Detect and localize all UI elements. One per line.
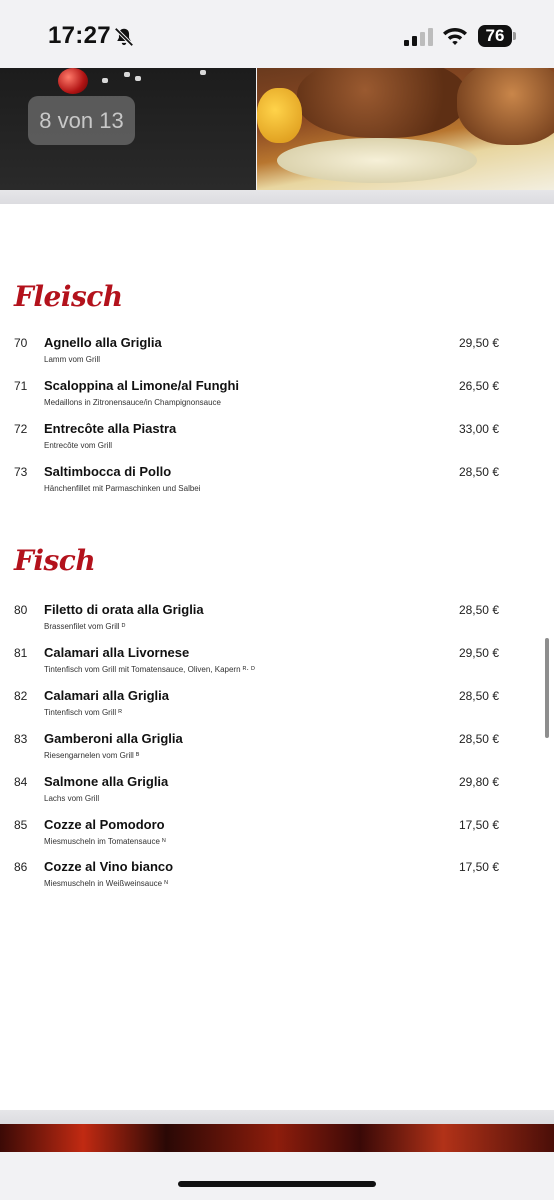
menu-item: 80 Filetto di orata alla Griglia Brassen… — [0, 602, 554, 643]
menu-item: 86 Cozze al Vino bianco Miesmuscheln in … — [0, 859, 554, 900]
item-name: Gamberoni alla Griglia — [44, 731, 183, 746]
item-price: 29,50 € — [458, 646, 499, 660]
menu-item: 72 Entrecôte alla Piastra Entrecôte vom … — [0, 421, 554, 462]
item-name: Entrecôte alla Piastra — [44, 421, 177, 436]
item-name: Salmone alla Griglia — [44, 774, 169, 789]
item-description: Lachs vom Grill — [44, 794, 100, 803]
item-number: 81 — [14, 646, 28, 660]
divider — [0, 190, 554, 204]
menu-item: 73 Saltimbocca di Pollo Hänchenfillet mi… — [0, 464, 554, 505]
wifi-icon — [443, 28, 467, 45]
item-name: Agnello alla Griglia — [44, 335, 162, 350]
item-price: 26,50 € — [458, 379, 499, 393]
menu-item: 70 Agnello alla Griglia Lamm vom Grill 2… — [0, 335, 554, 376]
item-number: 73 — [14, 465, 28, 479]
salt-decor — [135, 76, 141, 81]
item-number: 84 — [14, 775, 28, 789]
item-price: 29,50 € — [458, 336, 499, 350]
item-description: Tintenfisch vom Grill ᴿ — [44, 708, 122, 717]
item-number: 83 — [14, 732, 28, 746]
menu-item: 81 Calamari alla Livornese Tintenfisch v… — [0, 645, 554, 686]
item-number: 71 — [14, 379, 28, 393]
item-name: Calamari alla Griglia — [44, 688, 170, 703]
item-description: Riesengarnelen vom Grill ᴮ — [44, 751, 140, 760]
gallery-slide-current[interactable] — [257, 68, 554, 190]
divider — [0, 1110, 554, 1124]
item-number: 86 — [14, 860, 28, 874]
salt-decor — [102, 78, 108, 83]
item-name: Cozze al Vino bianco — [44, 859, 174, 874]
item-price: 28,50 € — [458, 689, 499, 703]
item-price: 17,50 € — [458, 818, 499, 832]
meat-decor — [297, 68, 467, 138]
item-description: Tintenfisch vom Grill mit Tomatensauce, … — [44, 665, 255, 674]
salt-decor — [124, 72, 130, 77]
item-number: 85 — [14, 818, 28, 832]
item-price: 17,50 € — [458, 860, 499, 874]
home-indicator[interactable] — [178, 1181, 376, 1187]
item-price: 28,50 € — [458, 732, 499, 746]
item-name: Scaloppina al Limone/al Funghi — [44, 378, 240, 393]
menu-item: 82 Calamari alla Griglia Tintenfisch vom… — [0, 688, 554, 729]
image-gallery[interactable]: 8 von 13 — [0, 68, 554, 190]
potato-decor — [257, 88, 302, 143]
item-name: Cozze al Pomodoro — [44, 817, 165, 832]
item-name: Saltimbocca di Pollo — [44, 464, 172, 479]
menu-item: 84 Salmone alla Griglia Lachs vom Grill … — [0, 774, 554, 815]
item-price: 28,50 € — [458, 603, 499, 617]
item-description: Brassenfilet vom Grill ᴰ — [44, 622, 126, 631]
menu-item: 83 Gamberoni alla Griglia Riesengarnelen… — [0, 731, 554, 772]
tomato-decor — [58, 68, 88, 94]
gallery-counter: 8 von 13 — [28, 96, 135, 145]
cellular-signal-icon — [404, 28, 433, 46]
item-number: 82 — [14, 689, 28, 703]
item-number: 72 — [14, 422, 28, 436]
bell-slash-icon — [114, 27, 134, 47]
status-bar: 17:27 76 — [0, 0, 554, 68]
item-price: 33,00 € — [458, 422, 499, 436]
item-number: 80 — [14, 603, 28, 617]
section-title-fleisch: Fleisch — [14, 280, 123, 313]
meat-decor — [457, 68, 554, 145]
menu-item: 85 Cozze al Pomodoro Miesmuscheln im Tom… — [0, 817, 554, 858]
item-name: Filetto di orata alla Griglia — [44, 602, 204, 617]
item-description: Lamm vom Grill — [44, 355, 101, 364]
salt-decor — [200, 70, 206, 75]
battery-level: 76 — [478, 25, 512, 47]
menu-page[interactable]: Fleisch 70 Agnello alla Griglia Lamm vom… — [0, 204, 554, 1110]
item-description: Entrecôte vom Grill — [44, 441, 113, 450]
item-description: Miesmuscheln in Weißweinsauce ᴺ — [44, 879, 168, 888]
status-time: 17:27 — [48, 22, 111, 49]
next-page-image-preview[interactable] — [0, 1124, 554, 1152]
item-description: Hänchenfillet mit Parmaschinken und Salb… — [44, 484, 201, 493]
menu-item: 71 Scaloppina al Limone/al Funghi Medail… — [0, 378, 554, 419]
item-name: Calamari alla Livornese — [44, 645, 190, 660]
item-price: 28,50 € — [458, 465, 499, 479]
item-number: 70 — [14, 336, 28, 350]
bottom-safe-area — [0, 1152, 554, 1200]
sauce-decor — [277, 138, 477, 183]
item-description: Miesmuscheln im Tomatensauce ᴺ — [44, 837, 166, 846]
battery-icon: 76 — [478, 25, 516, 47]
scrollbar-thumb[interactable] — [545, 638, 549, 738]
item-price: 29,80 € — [458, 775, 499, 789]
section-title-fisch: Fisch — [14, 544, 96, 577]
battery-cap — [513, 32, 516, 40]
item-description: Medaillons in Zitronensauce/in Champigno… — [44, 398, 221, 407]
